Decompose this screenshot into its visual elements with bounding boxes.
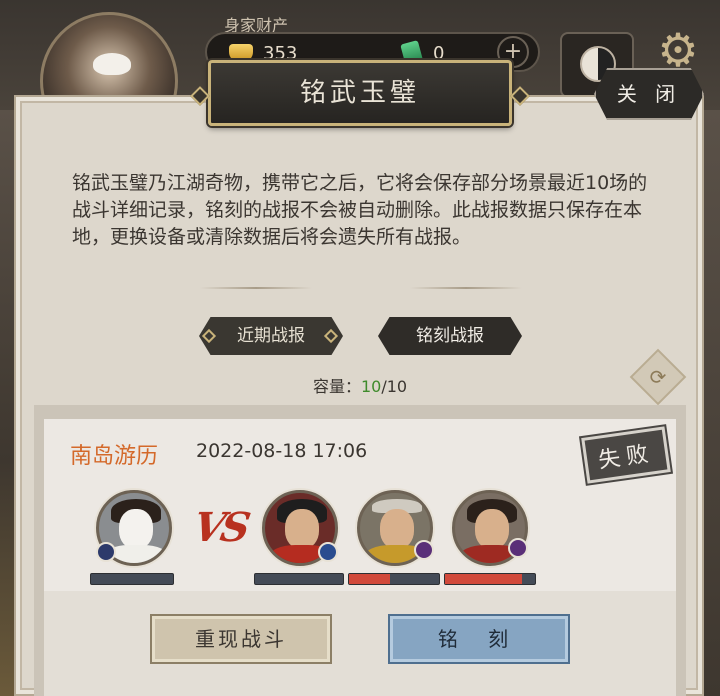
refresh-icon: ⟳ bbox=[649, 365, 667, 389]
tab-recent-reports[interactable]: 近期战报 bbox=[199, 317, 343, 355]
capacity-max: /10 bbox=[381, 377, 408, 396]
vs-label: VS bbox=[189, 504, 251, 551]
portrait-face bbox=[380, 509, 414, 549]
record-datetime: 2022-08-18 17:06 bbox=[196, 440, 368, 462]
replay-battle-button[interactable]: 重现战斗 bbox=[150, 614, 332, 664]
mask-graphic bbox=[93, 53, 131, 75]
school-badge-icon bbox=[414, 540, 434, 560]
portrait-face bbox=[285, 509, 319, 549]
dialog-description: 铭武玉璧乃江湖奇物，携带它之后，它将会保存部分场景最近10场的战斗详细记录，铭刻… bbox=[72, 172, 648, 248]
tab-engraved-reports[interactable]: 铭刻战报 bbox=[378, 317, 522, 355]
engrave-button[interactable]: 铭 刻 bbox=[388, 614, 570, 664]
enemy-hp-bar-1 bbox=[254, 573, 344, 585]
record-location: 南岛游历 bbox=[70, 444, 159, 469]
capacity-text: 容量：10/10 bbox=[290, 373, 430, 397]
close-button[interactable]: 关 闭 bbox=[594, 68, 704, 120]
divider-left bbox=[200, 287, 312, 289]
divider-right bbox=[410, 287, 522, 289]
school-badge-icon bbox=[318, 542, 338, 562]
portrait-face bbox=[475, 509, 509, 549]
record-footer bbox=[44, 591, 676, 696]
enemy-hp-bar-3 bbox=[444, 573, 536, 585]
hp-fill bbox=[349, 574, 390, 584]
capacity-label: 容量： bbox=[312, 377, 361, 396]
capacity-current: 10 bbox=[360, 377, 382, 396]
dialog-title: 铭武玉璧 bbox=[208, 60, 512, 126]
hp-fill bbox=[445, 574, 522, 584]
school-badge-icon bbox=[508, 538, 528, 558]
ally-hp-bar bbox=[90, 573, 174, 585]
enemy-hp-bar-2 bbox=[348, 573, 440, 585]
school-badge-icon bbox=[96, 542, 116, 562]
portrait-face bbox=[119, 509, 153, 549]
